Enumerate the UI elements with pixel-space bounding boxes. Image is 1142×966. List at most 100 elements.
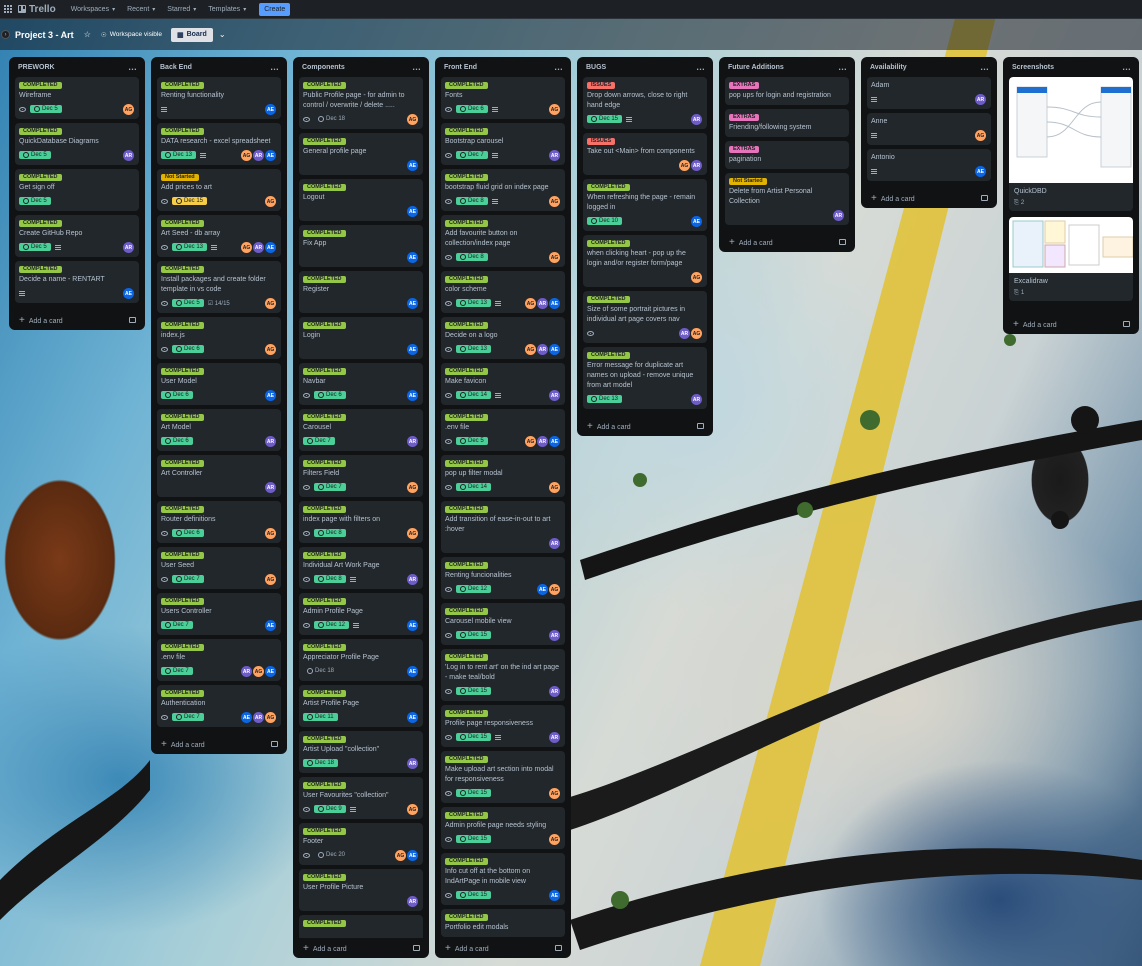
member-avatar[interactable]: AR bbox=[975, 94, 986, 105]
due-date-badge[interactable]: Dec 15 bbox=[456, 789, 492, 797]
list-title[interactable]: PREWORK bbox=[18, 64, 55, 71]
list-header[interactable]: Availability… bbox=[861, 57, 997, 77]
due-date-badge[interactable]: Dec 20 bbox=[314, 851, 349, 859]
card[interactable]: COMPLETED Bootstrap carousel Dec 7 AR bbox=[441, 123, 565, 165]
due-date-badge[interactable]: Dec 15 bbox=[456, 631, 492, 639]
nav-recent[interactable]: Recent ▾ bbox=[122, 3, 160, 16]
card[interactable]: COMPLETED DATA research - excel spreadshe… bbox=[157, 123, 281, 165]
card[interactable]: Excalidraw ⎘ 1 bbox=[1009, 217, 1133, 301]
member-avatar[interactable]: AG bbox=[407, 482, 418, 493]
due-date-badge[interactable]: Dec 8 bbox=[314, 575, 346, 583]
due-date-badge[interactable]: Dec 8 bbox=[456, 197, 488, 205]
due-date-badge[interactable]: Dec 6 bbox=[456, 105, 488, 113]
template-icon[interactable] bbox=[129, 317, 136, 323]
due-date-badge[interactable]: Dec 9 bbox=[314, 805, 346, 813]
due-date-badge[interactable]: Dec 14 bbox=[456, 483, 492, 491]
member-avatar[interactable]: AR bbox=[549, 686, 560, 697]
member-avatar[interactable]: AE bbox=[549, 298, 560, 309]
member-avatar[interactable]: AG bbox=[407, 804, 418, 815]
member-avatar[interactable]: AE bbox=[549, 436, 560, 447]
card[interactable]: COMPLETED Art Seed - db array Dec 13 AG AR AE bbox=[157, 215, 281, 257]
card[interactable]: QuickDBD ⎘ 2 bbox=[1009, 77, 1133, 211]
member-avatar[interactable]: AR bbox=[407, 758, 418, 769]
list-header[interactable]: PREWORK… bbox=[9, 57, 145, 77]
member-avatar[interactable]: AG bbox=[241, 242, 252, 253]
member-avatar[interactable]: AR bbox=[549, 150, 560, 161]
member-avatar[interactable]: AG bbox=[265, 712, 276, 723]
add-card-button[interactable]: + Add a card bbox=[151, 734, 287, 754]
card[interactable]: COMPLETED Portfolio edit modals bbox=[441, 909, 565, 937]
add-card-button[interactable]: + Add a card bbox=[719, 232, 855, 252]
member-avatar[interactable]: AR bbox=[265, 482, 276, 493]
card[interactable]: COMPLETED bbox=[299, 915, 423, 938]
due-date-badge[interactable]: Dec 15 bbox=[456, 891, 492, 899]
due-date-badge[interactable]: Dec 12 bbox=[456, 585, 492, 593]
member-avatar[interactable]: AG bbox=[265, 574, 276, 585]
card[interactable]: COMPLETED Install packages and create fol… bbox=[157, 261, 281, 313]
member-avatar[interactable]: AE bbox=[691, 216, 702, 227]
due-date-badge[interactable]: Dec 6 bbox=[161, 437, 193, 445]
member-avatar[interactable]: AG bbox=[549, 584, 560, 595]
member-avatar[interactable]: AR bbox=[549, 630, 560, 641]
member-avatar[interactable]: AG bbox=[407, 528, 418, 539]
member-avatar[interactable]: AR bbox=[265, 436, 276, 447]
due-date-badge[interactable]: Dec 13 bbox=[172, 243, 208, 251]
due-date-badge[interactable]: Dec 18 bbox=[314, 115, 349, 123]
due-date-badge[interactable]: Dec 15 bbox=[456, 835, 492, 843]
list-menu-icon[interactable]: … bbox=[1122, 62, 1131, 72]
card[interactable]: Not Started Add prices to art Dec 15 AG bbox=[157, 169, 281, 211]
member-avatar[interactable]: AR bbox=[549, 390, 560, 401]
card[interactable]: COMPLETED Logout AE bbox=[299, 179, 423, 221]
chevron-down-icon[interactable]: ⌄ bbox=[219, 30, 226, 39]
card[interactable]: Adam AR bbox=[867, 77, 991, 109]
card[interactable]: COMPLETED Error message for duplicate art… bbox=[583, 347, 707, 409]
member-avatar[interactable]: AG bbox=[265, 528, 276, 539]
member-avatar[interactable]: AR bbox=[833, 210, 844, 221]
list-title[interactable]: Screenshots bbox=[1012, 64, 1054, 71]
due-date-badge[interactable]: Dec 15 bbox=[587, 115, 623, 123]
card[interactable]: COMPLETED Renting funcionalities Dec 12 AE A… bbox=[441, 557, 565, 599]
member-avatar[interactable]: AR bbox=[537, 436, 548, 447]
template-icon[interactable] bbox=[413, 945, 420, 951]
member-avatar[interactable]: AE bbox=[407, 252, 418, 263]
member-avatar[interactable]: AE bbox=[265, 390, 276, 401]
member-avatar[interactable]: AE bbox=[407, 160, 418, 171]
list-header[interactable]: Future Additions… bbox=[719, 57, 855, 77]
card[interactable]: COMPLETED When refreshing the page - rema… bbox=[583, 179, 707, 231]
member-avatar[interactable]: AE bbox=[537, 584, 548, 595]
star-icon[interactable]: ☆ bbox=[84, 30, 91, 39]
due-date-badge[interactable]: Dec 13 bbox=[456, 299, 492, 307]
member-avatar[interactable]: AG bbox=[265, 344, 276, 355]
card[interactable]: Anne AG bbox=[867, 113, 991, 145]
trello-logo[interactable]: Trello bbox=[18, 4, 56, 15]
due-date-badge[interactable]: Dec 5 bbox=[456, 437, 488, 445]
card[interactable]: COMPLETED Router definitions Dec 6 AG bbox=[157, 501, 281, 543]
due-date-badge[interactable]: Dec 6 bbox=[172, 529, 204, 537]
card[interactable]: COMPLETED Art Model Dec 6 AR bbox=[157, 409, 281, 451]
expand-sidebar-icon[interactable]: › bbox=[1, 30, 10, 39]
member-avatar[interactable]: AE bbox=[407, 666, 418, 677]
card[interactable]: COMPLETED Make upload art section into mo… bbox=[441, 751, 565, 803]
add-card-button[interactable]: + Add a card bbox=[1003, 314, 1139, 334]
card[interactable]: COMPLETED Users Controller Dec 7 AE bbox=[157, 593, 281, 635]
due-date-badge[interactable]: Dec 7 bbox=[303, 437, 335, 445]
due-date-badge[interactable]: Dec 14 bbox=[456, 391, 492, 399]
member-avatar[interactable]: AR bbox=[407, 896, 418, 907]
member-avatar[interactable]: AE bbox=[407, 712, 418, 723]
card[interactable]: COMPLETED Filters Field Dec 7 AG bbox=[299, 455, 423, 497]
due-date-badge[interactable]: Dec 6 bbox=[161, 391, 193, 399]
due-date-badge[interactable]: Dec 7 bbox=[314, 483, 346, 491]
list-header[interactable]: Back End… bbox=[151, 57, 287, 77]
due-date-badge[interactable]: Dec 13 bbox=[161, 151, 197, 159]
member-avatar[interactable]: AR bbox=[253, 150, 264, 161]
card[interactable]: COMPLETED 'Log in to rent art' on the ind… bbox=[441, 649, 565, 701]
visibility-button[interactable]: ☉ Workspace visible bbox=[101, 31, 162, 39]
due-date-badge[interactable]: Dec 10 bbox=[587, 217, 623, 225]
member-avatar[interactable]: AG bbox=[253, 666, 264, 677]
card[interactable]: COMPLETED Navbar Dec 6 AE bbox=[299, 363, 423, 405]
member-avatar[interactable]: AE bbox=[265, 150, 276, 161]
member-avatar[interactable]: AR bbox=[691, 160, 702, 171]
card[interactable]: COMPLETED Create GitHub Repo Dec 5 AR bbox=[15, 215, 139, 257]
card[interactable]: COMPLETED Public Profile page - for admin… bbox=[299, 77, 423, 129]
add-card-button[interactable]: + Add a card bbox=[9, 310, 145, 330]
